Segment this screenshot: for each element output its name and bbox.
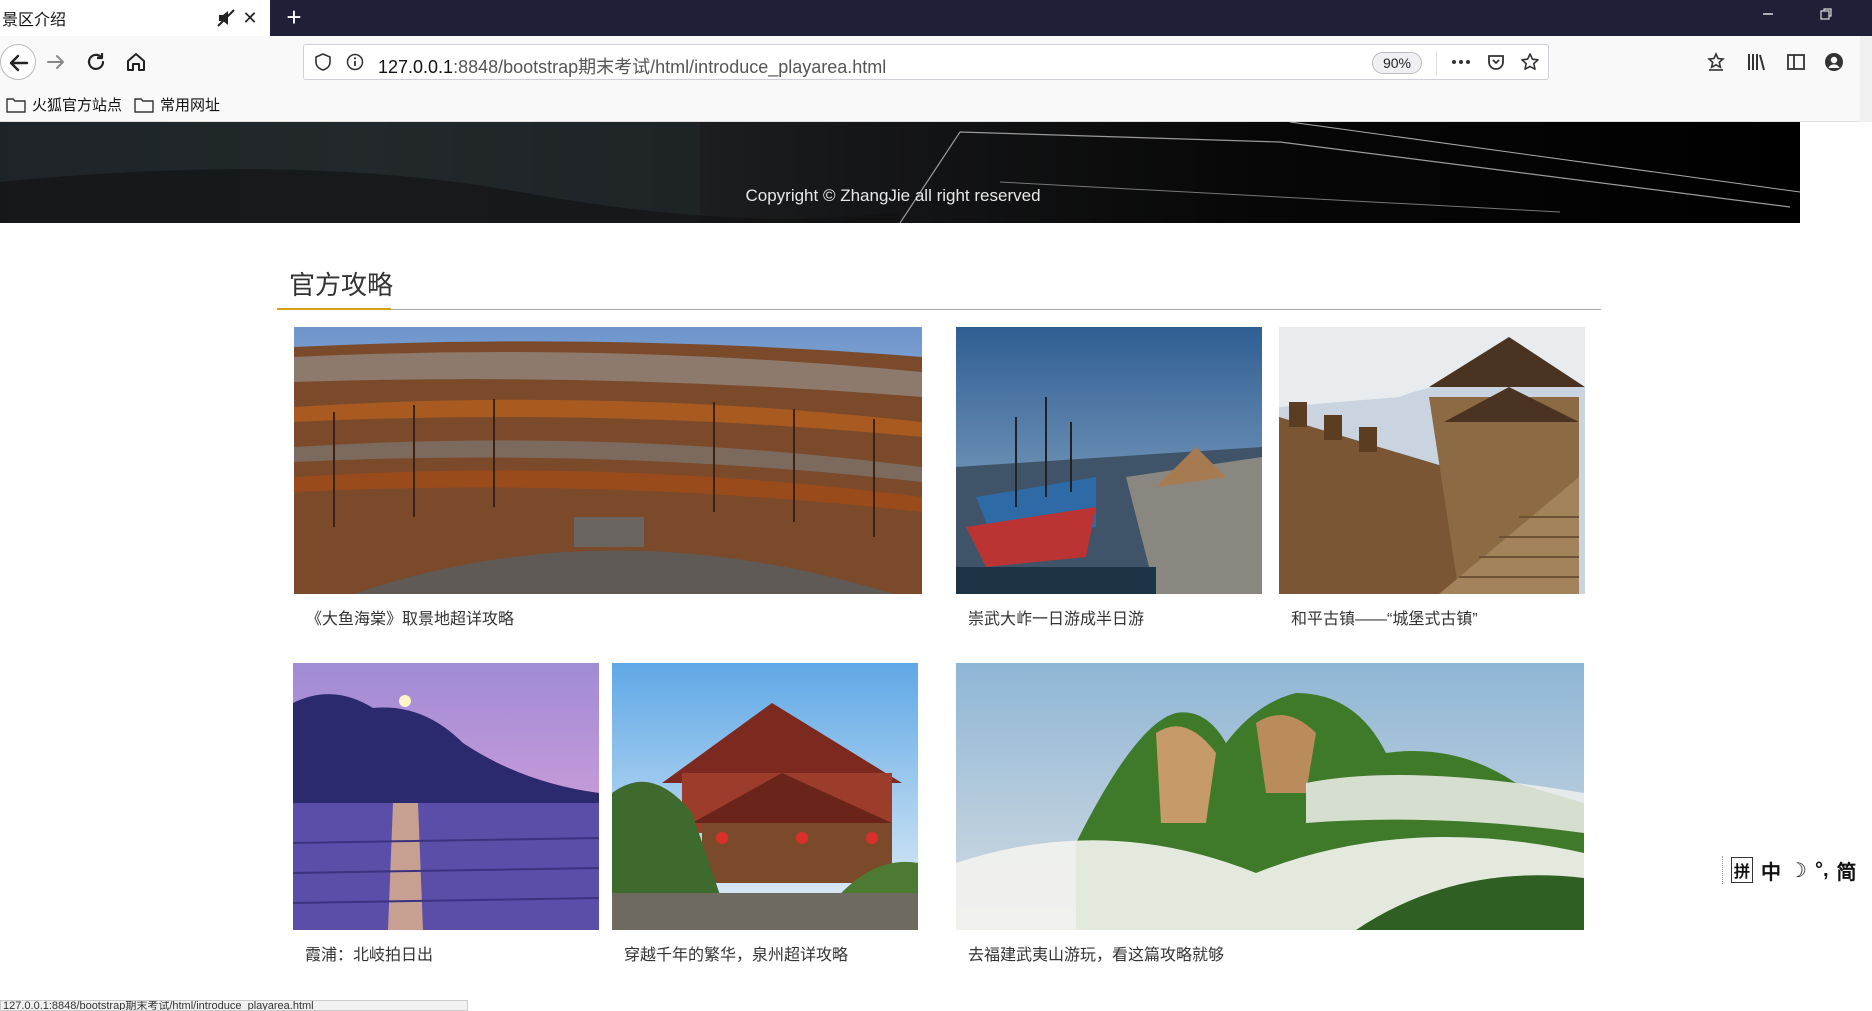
card-caption[interactable]: 去福建武夷山游玩，看这篇攻略就够 [968, 941, 1224, 965]
account-icon [1825, 53, 1843, 71]
tab-title: 景区介绍 [2, 12, 67, 29]
ime-simplified[interactable]: 简 [1837, 856, 1857, 885]
tab-bar: 景区介绍 ✕ + [0, 0, 1872, 36]
star-list-icon [1707, 52, 1725, 71]
new-tab-button[interactable]: + [280, 4, 308, 32]
ime-toolbar[interactable]: 拼 中 ☽ °, 简 [1722, 856, 1872, 884]
page-actions-icon[interactable] [1450, 53, 1472, 76]
reload-icon [87, 53, 105, 70]
ime-punct-icon[interactable]: °, [1815, 859, 1829, 882]
close-tab-icon[interactable]: ✕ [240, 8, 260, 28]
library-button[interactable] [1742, 48, 1770, 76]
banner-landscape [0, 122, 1800, 223]
scrollbar-track[interactable] [1860, 36, 1872, 122]
account-button[interactable] [1820, 48, 1848, 76]
back-button[interactable] [0, 44, 36, 80]
section-title: 官方攻略 [289, 270, 394, 300]
home-button[interactable] [122, 48, 150, 76]
guide-card-wuyishan[interactable]: 去福建武夷山游玩，看这篇攻略就够 [956, 663, 1584, 965]
footer-banner: Copyright © ZhangJie all right reserved [0, 122, 1800, 223]
card-caption[interactable]: 穿越千年的繁华，泉州超详攻略 [624, 941, 848, 965]
ime-chinese-mode[interactable]: 中 [1761, 856, 1781, 885]
library-icon [1748, 54, 1765, 71]
guide-card-heping[interactable]: 和平古镇——“城堡式古镇” [1279, 327, 1585, 629]
guide-card-chongwu[interactable]: 崇武大岞一日游成半日游 [956, 327, 1262, 629]
section-title-underline [277, 308, 391, 310]
bookmarks-menu-button[interactable] [1702, 48, 1730, 76]
url-text[interactable]: 127.0.0.1:8848/bootstrap期末考试/html/introd… [378, 53, 886, 79]
bookmark-folder-common[interactable]: 常用网址 [134, 94, 220, 115]
section-divider [277, 309, 1601, 310]
bookmarks-toolbar: 火狐官方站点 常用网址 [0, 88, 1872, 122]
card-image-temple[interactable] [612, 663, 918, 930]
card-caption[interactable]: 霞浦：北岐拍日出 [305, 941, 433, 965]
guide-card-tulou[interactable]: 《大鱼海棠》取景地超详攻略 [294, 327, 922, 629]
card-caption[interactable]: 《大鱼海棠》取景地超详攻略 [306, 605, 514, 629]
ime-moon-icon[interactable]: ☽ [1789, 858, 1807, 883]
card-image-mountain[interactable] [956, 663, 1584, 930]
guide-card-quanzhou[interactable]: 穿越千年的繁华，泉州超详攻略 [612, 663, 918, 965]
bookmark-label: 常用网址 [160, 97, 221, 114]
restore-icon[interactable] [1806, 4, 1846, 32]
folder-icon [6, 97, 26, 113]
browser-tab[interactable]: 景区介绍 ✕ [0, 0, 270, 36]
sidebar-button[interactable] [1782, 48, 1810, 76]
site-info-icon[interactable] [346, 53, 364, 76]
back-arrow-icon [9, 54, 29, 72]
link-status-bar: 127.0.0.1:8848/bootstrap期末考试/html/introd… [0, 1000, 468, 1011]
home-icon [127, 53, 145, 71]
ime-pinyin-icon[interactable]: 拼 [1731, 857, 1754, 883]
zoom-indicator[interactable]: 90% [1372, 52, 1422, 74]
url-divider [1436, 51, 1437, 75]
forward-button[interactable] [42, 48, 70, 76]
card-image-sunrise[interactable] [293, 663, 599, 930]
mute-icon[interactable] [216, 8, 236, 28]
bookmark-folder-firefox[interactable]: 火狐官方站点 [6, 94, 122, 115]
card-image-tulou[interactable] [294, 327, 922, 594]
address-bar[interactable]: 127.0.0.1:8848/bootstrap期末考试/html/introd… [303, 44, 1549, 80]
navigation-toolbar: 127.0.0.1:8848/bootstrap期末考试/html/introd… [0, 36, 1872, 88]
copyright-text: Copyright © ZhangJie all right reserved [745, 186, 1041, 205]
reload-button[interactable] [82, 48, 110, 76]
sidebar-icon [1787, 54, 1805, 70]
tracking-shield-icon[interactable] [314, 53, 332, 76]
bookmark-label: 火狐官方站点 [32, 97, 123, 114]
guide-card-xiapu[interactable]: 霞浦：北岐拍日出 [293, 663, 599, 965]
minimize-icon[interactable] [1748, 4, 1788, 32]
card-caption[interactable]: 崇武大岞一日游成半日游 [968, 605, 1144, 629]
card-caption[interactable]: 和平古镇——“城堡式古镇” [1291, 605, 1478, 629]
bookmark-star-icon[interactable] [1520, 52, 1540, 77]
pocket-icon[interactable] [1486, 52, 1506, 77]
forward-arrow-icon [47, 55, 64, 69]
card-image-wall[interactable] [1279, 327, 1585, 594]
folder-icon [134, 97, 154, 113]
card-image-harbor[interactable] [956, 327, 1262, 594]
url-host: 127.0.0.1 [378, 57, 454, 77]
url-path: :8848/bootstrap期末考试/html/introduce_playa… [453, 57, 887, 77]
